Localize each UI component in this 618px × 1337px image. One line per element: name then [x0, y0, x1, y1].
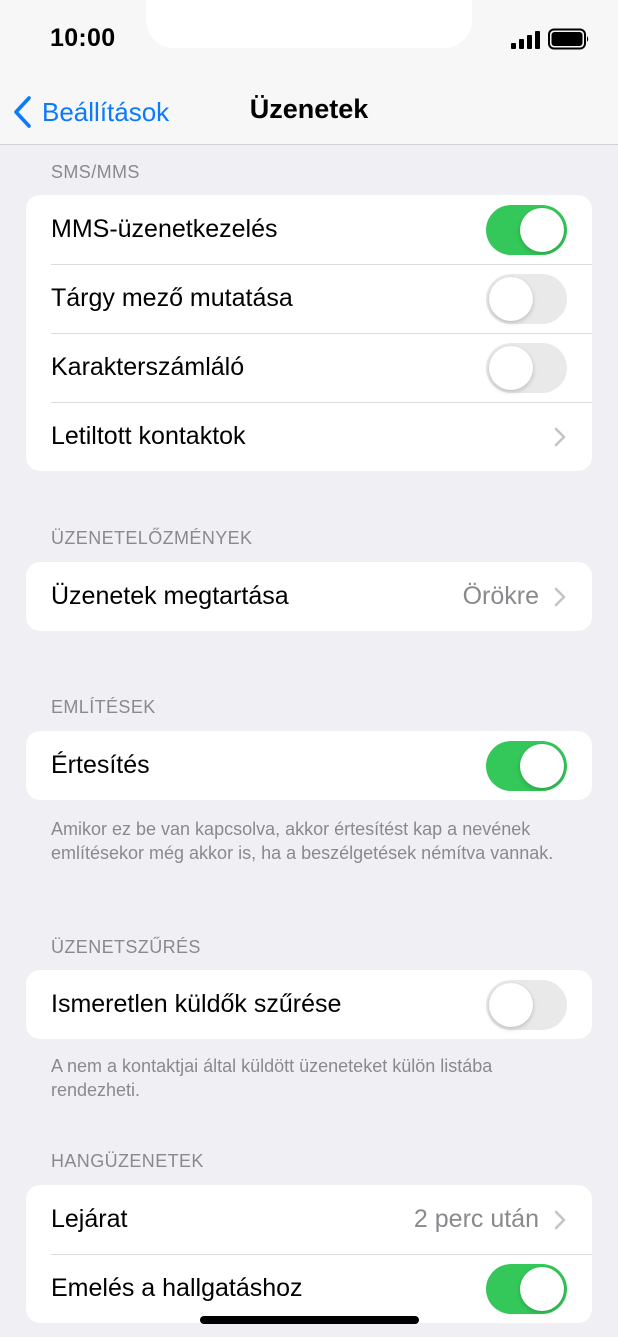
section-header-history: ÜZENETELŐZMÉNYEK — [51, 528, 253, 548]
row-notify-me[interactable]: Értesítés — [26, 731, 592, 800]
row-keep-messages[interactable]: Üzenetek megtartása Örökre — [26, 562, 592, 631]
row-mms-messaging[interactable]: MMS-üzenetkezelés — [26, 195, 592, 264]
row-label: Lejárat — [51, 1205, 128, 1233]
toggle-knob — [520, 207, 564, 252]
battery-full-icon — [548, 28, 589, 50]
row-filter-unknown-senders[interactable]: Ismeretlen küldők szűrése — [26, 970, 592, 1039]
device-notch — [146, 0, 472, 48]
group-history: Üzenetek megtartása Örökre — [26, 562, 592, 631]
chevron-right-icon — [554, 427, 566, 446]
section-header-filtering: ÜZENETSZŰRÉS — [51, 937, 201, 957]
page-title: Üzenetek — [249, 94, 369, 124]
navigation-bar: Beállítások Üzenetek — [0, 80, 618, 145]
section-header-mentions: EMLÍTÉSEK — [51, 697, 156, 717]
notify-me-toggle[interactable] — [486, 740, 567, 791]
toggle-knob — [489, 982, 533, 1027]
row-label: Értesítés — [51, 751, 150, 779]
row-label: Üzenetek megtartása — [51, 582, 289, 610]
row-label: MMS-üzenetkezelés — [51, 215, 278, 243]
mms-messaging-toggle[interactable] — [486, 204, 567, 255]
row-label: Karakterszámláló — [51, 353, 245, 381]
row-label: Emelés a hallgatáshoz — [51, 1274, 303, 1302]
character-count-toggle[interactable] — [486, 342, 567, 393]
row-label: Ismeretlen küldők szűrése — [51, 990, 342, 1018]
chevron-right-icon — [554, 587, 566, 606]
toggle-knob — [520, 1266, 564, 1311]
row-blocked-contacts[interactable]: Letiltott kontaktok — [26, 402, 592, 471]
toggle-knob — [489, 276, 533, 321]
row-raise-to-listen[interactable]: Emelés a hallgatáshoz — [26, 1254, 592, 1323]
status-time: 10:00 — [50, 24, 116, 52]
cellular-signal-icon — [511, 31, 540, 49]
show-subject-field-toggle[interactable] — [486, 273, 567, 324]
filtering-footer-text: A nem a kontaktjai által küldött üzenete… — [51, 1056, 493, 1100]
home-indicator[interactable] — [200, 1316, 419, 1324]
toggle-knob — [489, 345, 533, 390]
group-sms: MMS-üzenetkezelés Tárgy mező mutatása Ka… — [26, 195, 592, 471]
toggle-knob — [520, 743, 564, 788]
group-audio: Lejárat 2 perc után Emelés a hallgatásho… — [26, 1185, 592, 1323]
status-bar: 10:00 — [0, 0, 618, 80]
row-label: Tárgy mező mutatása — [51, 284, 293, 312]
row-value: 2 perc után — [413, 1205, 539, 1233]
group-mentions: Értesítés — [26, 731, 592, 800]
section-header-sms: SMS/MMS — [51, 162, 140, 182]
row-show-subject-field[interactable]: Tárgy mező mutatása — [26, 264, 592, 333]
row-value: Örökre — [462, 582, 539, 610]
messages-settings-screen: 10:00 Beállítások Üzenetek SMS/MMS MMS-ü… — [0, 0, 618, 1337]
group-filtering: Ismeretlen küldők szűrése — [26, 970, 592, 1039]
section-header-audio: HANGÜZENETEK — [51, 1151, 204, 1171]
chevron-right-icon — [554, 1210, 566, 1229]
row-expire[interactable]: Lejárat 2 perc után — [26, 1185, 592, 1254]
mentions-footer-text: Amikor ez be van kapcsolva, akkor értesí… — [51, 819, 554, 863]
row-label: Letiltott kontaktok — [51, 422, 246, 450]
raise-to-listen-toggle[interactable] — [486, 1263, 567, 1314]
row-character-count[interactable]: Karakterszámláló — [26, 333, 592, 402]
filter-unknown-senders-toggle[interactable] — [486, 979, 567, 1030]
